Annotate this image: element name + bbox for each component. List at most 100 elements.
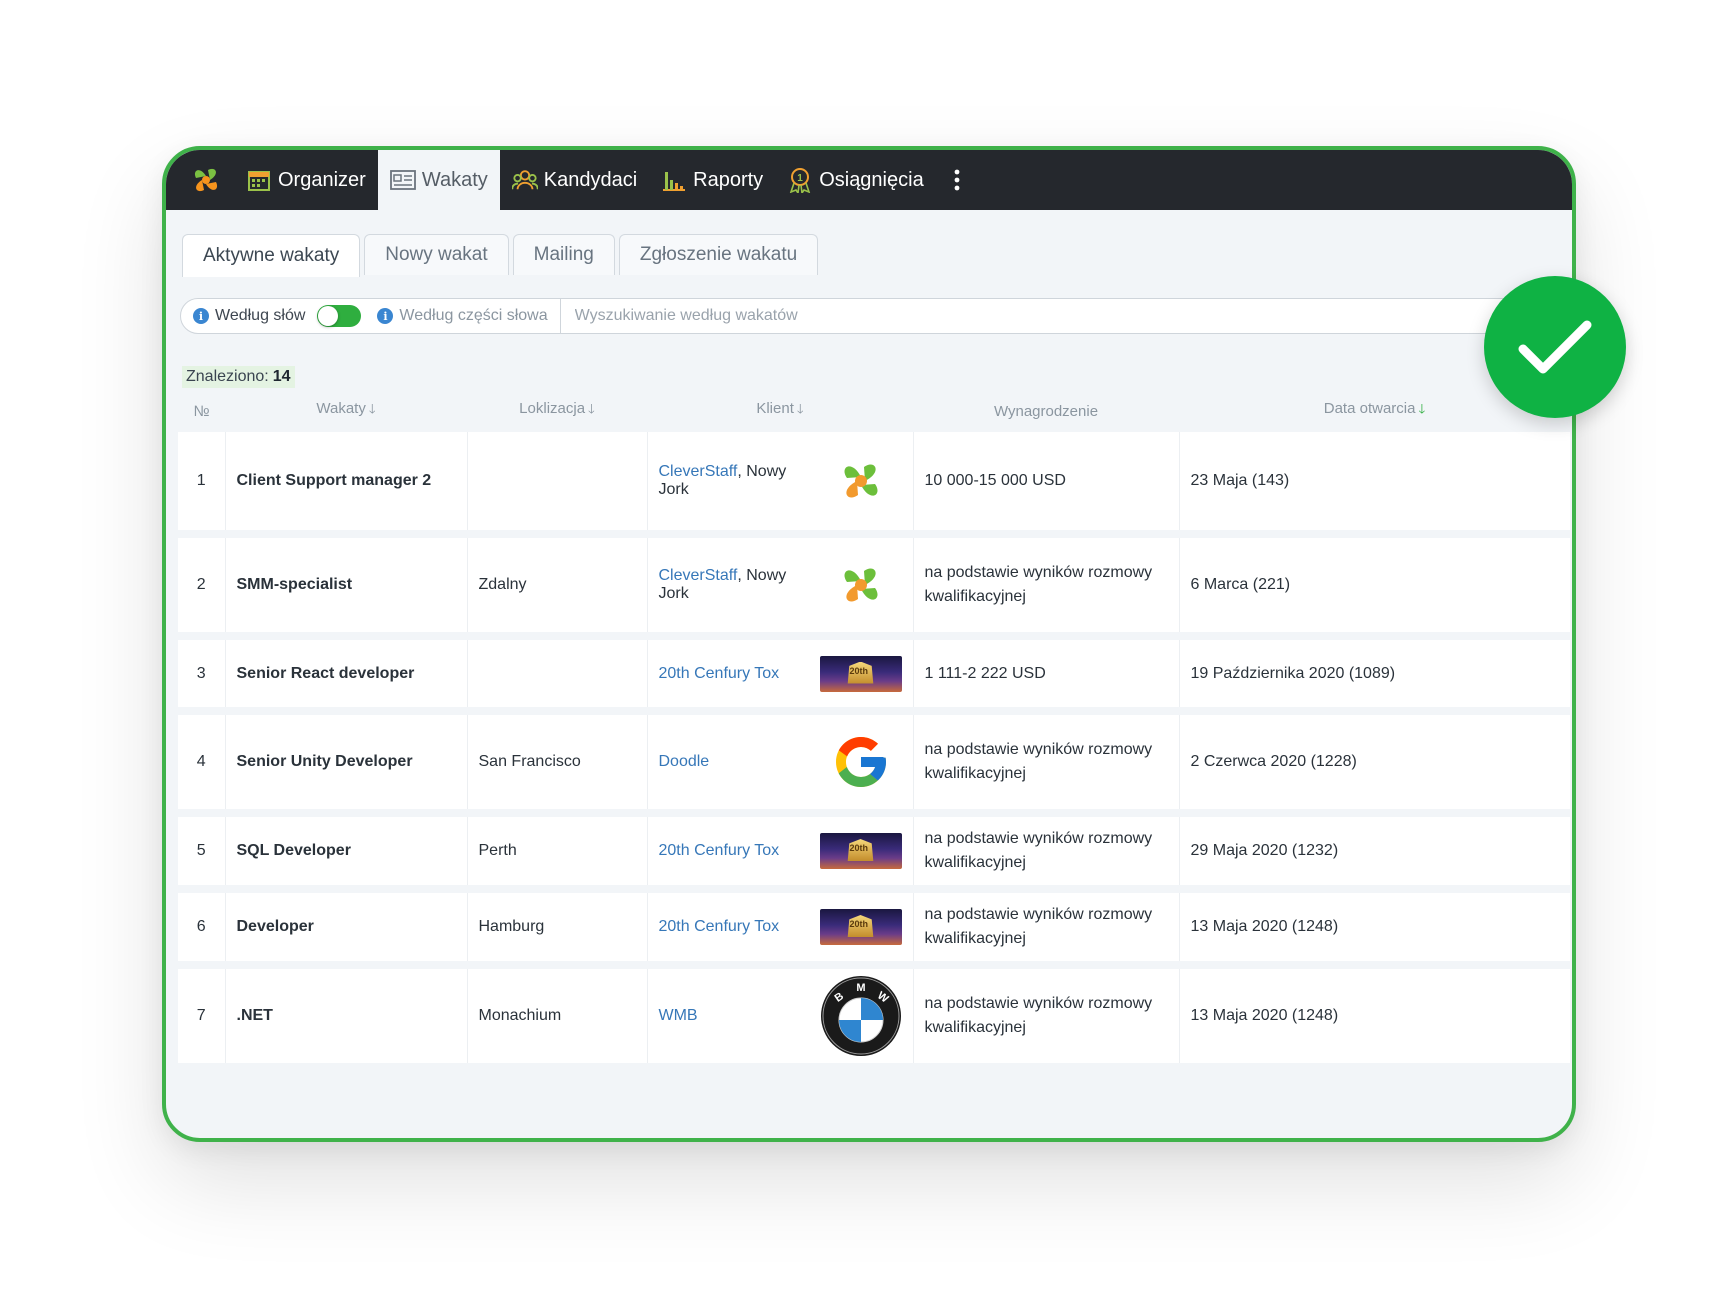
header-location[interactable]: Loklizacja 🡓 — [467, 390, 647, 432]
bar-chart-icon — [661, 167, 687, 193]
found-count: Znaleziono: 14 — [182, 366, 295, 388]
location: Perth — [467, 813, 648, 893]
tab-zgloszenie-wakatu[interactable]: Zgłoszenie wakatu — [618, 234, 819, 275]
position-name[interactable]: Senior Unity Developer — [225, 711, 468, 817]
cleverstaff-logo-icon — [820, 559, 902, 611]
row-number: 6 — [178, 889, 226, 969]
position-name[interactable]: SMM-specialist — [225, 534, 468, 640]
fox-studio-logo-icon: 20th — [819, 655, 902, 692]
search-input[interactable] — [559, 299, 1572, 333]
nav-wakaty[interactable]: Wakaty — [377, 150, 500, 210]
row-number: 2 — [178, 534, 226, 640]
open-date: 19 Października 2020 (1089) — [1179, 636, 1570, 715]
cleverstaff-logo-icon[interactable] — [178, 150, 234, 210]
position-name[interactable]: Client Support manager 2 — [225, 432, 468, 538]
header-client[interactable]: Klient 🡓 — [647, 390, 913, 432]
table-row[interactable]: 4 Senior Unity Developer San Francisco D… — [178, 711, 1570, 817]
fox-studio-logo-icon: 20th — [819, 909, 902, 945]
salary: na podstawie wyników rozmowy kwalifikacy… — [913, 711, 1180, 817]
table-row[interactable]: 6 Developer Hamburg 20th Cenfury Tox 20t… — [178, 889, 1570, 969]
header-number: № — [178, 390, 225, 432]
salary: na podstawie wyników rozmowy kwalifikacy… — [913, 534, 1180, 640]
salary: na podstawie wyników rozmowy kwalifikacy… — [913, 965, 1180, 1071]
client-link[interactable]: CleverStaff — [659, 567, 738, 584]
open-date: 29 Maja 2020 (1232) — [1179, 813, 1570, 893]
info-icon[interactable]: i — [377, 308, 394, 324]
row-number: 4 — [178, 711, 226, 817]
location — [467, 636, 648, 715]
table-row[interactable]: 3 Senior React developer 20th Cenfury To… — [178, 636, 1570, 715]
location: San Francisco — [467, 711, 648, 817]
header-client-label: Klient — [756, 400, 794, 417]
tab-mailing[interactable]: Mailing — [512, 234, 615, 275]
sort-arrow-icon: 🡓 — [368, 401, 376, 416]
client-link[interactable]: Doodle — [659, 753, 710, 770]
sort-arrow-icon: 🡓 — [796, 401, 804, 416]
sort-arrow-icon: 🡓 — [588, 401, 595, 416]
header-position[interactable]: Wakaty 🡓 — [225, 390, 467, 432]
salary: 1 111-2 222 USD — [913, 636, 1180, 715]
open-date: 13 Maja 2020 (1248) — [1179, 889, 1570, 969]
row-number: 7 — [178, 965, 226, 1071]
by-words-option: i Według słów — [193, 307, 305, 325]
table-header-row: № Wakaty 🡓 Loklizacja 🡓 Klient 🡓 Wynagrodze… — [178, 390, 1570, 432]
client-link[interactable]: 20th Cenfury Tox — [659, 665, 780, 682]
fox-studio-logo-icon: 20th — [819, 833, 902, 869]
google-logo-icon — [820, 732, 902, 792]
client-cell: 20th Cenfury Tox 20th — [647, 636, 914, 715]
header-date-label: Data otwarcia — [1323, 400, 1416, 417]
position-name[interactable]: Developer — [225, 889, 468, 969]
header-salary: Wynagrodzenie — [913, 390, 1179, 432]
nav-label: Kandydaci — [543, 168, 638, 191]
client-cell: WMB M B W — [647, 965, 914, 1071]
client-link[interactable]: WMB — [659, 1007, 698, 1024]
info-icon[interactable]: i — [193, 308, 209, 324]
top-navigation: Organizer Wakaty Kandydaci Raporty 1 Osi… — [166, 150, 1572, 210]
position-name[interactable]: .NET — [225, 965, 468, 1071]
by-words-label: Według słów — [215, 307, 306, 324]
client-link[interactable]: 20th Cenfury Tox — [659, 918, 780, 935]
table-row[interactable]: 5 SQL Developer Perth 20th Cenfury Tox 2… — [178, 813, 1570, 893]
cleverstaff-logo-icon — [820, 455, 902, 507]
nav-kandydaci[interactable]: Kandydaci — [500, 150, 649, 210]
toggle-knob — [318, 306, 339, 326]
row-number: 5 — [178, 813, 226, 893]
open-date: 13 Maja 2020 (1248) — [1179, 965, 1570, 1071]
found-number: 14 — [272, 368, 291, 385]
client-link[interactable]: CleverStaff — [659, 463, 738, 480]
location — [467, 432, 648, 538]
success-checkmark-icon — [1484, 276, 1626, 418]
nav-label: Wakaty — [421, 168, 488, 191]
more-menu-icon[interactable] — [944, 150, 970, 210]
salary: na podstawie wyników rozmowy kwalifikacy… — [913, 889, 1180, 969]
by-part-option: i Według części słowa — [377, 307, 548, 325]
table-row[interactable]: 7 .NET Monachium WMB M B W na podstawie … — [178, 965, 1570, 1071]
tab-aktywne-wakaty[interactable]: Aktywne wakaty — [182, 234, 361, 277]
svg-text:1: 1 — [797, 173, 803, 184]
bmw-logo-icon: M B W — [820, 975, 902, 1057]
search-bar: i Według słów i Według części słowa — [180, 298, 1572, 334]
open-date: 2 Czerwca 2020 (1228) — [1179, 711, 1570, 817]
nav-label: Raporty — [693, 168, 764, 191]
sort-arrow-icon: 🡓 — [1418, 401, 1426, 416]
table-row[interactable]: 1 Client Support manager 2 CleverStaff, … — [178, 432, 1570, 538]
header-position-label: Wakaty — [316, 400, 366, 417]
table-row[interactable]: 2 SMM-specialist Zdalny CleverStaff, Now… — [178, 534, 1570, 640]
salary: 10 000-15 000 USD — [913, 432, 1180, 538]
nav-organizer[interactable]: Organizer — [234, 150, 378, 210]
client-cell: CleverStaff, Nowy Jork — [647, 432, 914, 538]
client-link[interactable]: 20th Cenfury Tox — [659, 842, 780, 859]
tab-nowy-wakat[interactable]: Nowy wakat — [364, 234, 509, 275]
location: Hamburg — [467, 889, 648, 969]
search-mode-toggle[interactable] — [317, 305, 362, 327]
by-part-label: Według części słowa — [399, 307, 548, 324]
location: Zdalny — [467, 534, 648, 640]
nav-osiagniecia[interactable]: 1 Osiągnięcia — [775, 150, 936, 210]
location: Monachium — [467, 965, 648, 1071]
nav-label: Osiągnięcia — [819, 168, 924, 191]
position-name[interactable]: SQL Developer — [225, 813, 468, 893]
nav-label: Organizer — [278, 168, 366, 191]
position-name[interactable]: Senior React developer — [225, 636, 468, 715]
found-label: Znaleziono: — [186, 368, 269, 385]
nav-raporty[interactable]: Raporty — [649, 150, 775, 210]
